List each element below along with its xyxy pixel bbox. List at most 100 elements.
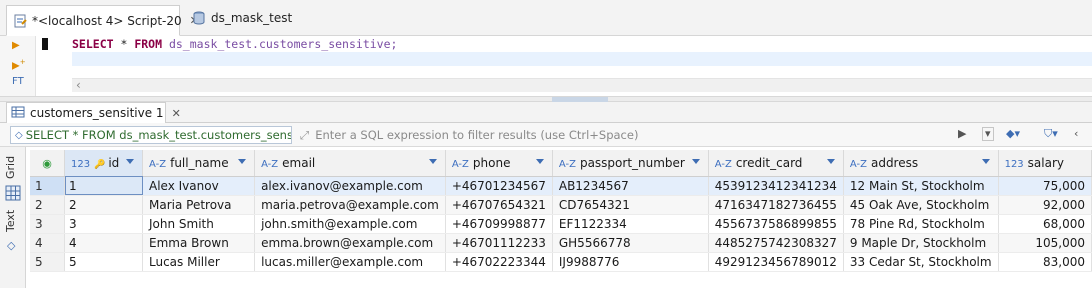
cell-passport-number[interactable]: CD7654321 xyxy=(552,195,709,215)
table-row[interactable]: 1 1 Alex Ivanov alex.ivanov@example.com … xyxy=(30,176,1092,196)
close-icon[interactable]: ✕ xyxy=(172,107,181,120)
active-query-text: SELECT * FROM ds_mask_test.customers_sen… xyxy=(25,128,292,142)
cell-email[interactable]: john.smith@example.com xyxy=(254,214,446,234)
execute-new-tab-icon[interactable]: ▶+ xyxy=(12,58,26,71)
cell-address[interactable]: 45 Oak Ave, Stockholm xyxy=(843,195,999,215)
editor-tab-bar: *<localhost 4> Script-20 ✕ ds_mask_test xyxy=(0,0,1092,36)
filter-funnel-icon[interactable]: ⛉▾ xyxy=(1044,127,1058,141)
erase-filter-icon[interactable]: ◆▾ xyxy=(1006,127,1020,140)
cell-phone[interactable]: +46709998877 xyxy=(445,214,553,234)
row-number[interactable]: 4 xyxy=(30,233,66,253)
select-all-corner[interactable]: ◉ xyxy=(30,150,66,177)
tab-grid-view[interactable]: Grid xyxy=(4,153,22,181)
cell-email[interactable]: alex.ivanov@example.com xyxy=(254,176,446,196)
column-header-id[interactable]: 123 🔑 id xyxy=(64,150,143,177)
cell-address[interactable]: 33 Cedar St, Stockholm xyxy=(843,252,999,272)
cell-phone[interactable]: +46701234567 xyxy=(445,176,553,196)
grid-view-icon[interactable] xyxy=(5,185,21,204)
cell-credit-card[interactable]: 4485275742308327 xyxy=(708,233,844,253)
active-query-field[interactable]: ◇ SELECT * FROM ds_mask_test.customers_s… xyxy=(10,126,292,144)
cell-salary[interactable]: 105,000 xyxy=(998,233,1092,253)
cell-credit-card[interactable]: 4929123456789012 xyxy=(708,252,844,272)
cell-full-name[interactable]: Alex Ivanov xyxy=(142,176,256,196)
filter-history-icon[interactable]: ▾ xyxy=(982,127,994,141)
sort-dropdown-icon[interactable] xyxy=(238,159,247,164)
sort-dropdown-icon[interactable] xyxy=(428,159,437,164)
cell-email[interactable]: maria.petrova@example.com xyxy=(254,195,446,215)
cell-phone[interactable]: +46707654321 xyxy=(445,195,553,215)
numeric-type-icon: 123 xyxy=(71,158,91,170)
column-header-phone[interactable]: A-Z phone xyxy=(445,150,553,177)
more-options-icon[interactable]: ‹ xyxy=(1074,127,1078,140)
column-header-address[interactable]: A-Z address xyxy=(843,150,999,177)
cell-passport-number[interactable]: EF1122334 xyxy=(552,214,709,234)
sort-dropdown-icon[interactable] xyxy=(981,159,990,164)
database-icon xyxy=(192,11,206,25)
row-number[interactable]: 2 xyxy=(30,195,66,215)
cell-address[interactable]: 12 Main St, Stockholm xyxy=(843,176,999,196)
cell-full-name[interactable]: Lucas Miller xyxy=(142,252,256,272)
cell-passport-number[interactable]: GH5566778 xyxy=(552,233,709,253)
column-header-passport-number[interactable]: A-Z passport_number xyxy=(552,150,709,177)
column-header-credit-card[interactable]: A-Z credit_card xyxy=(708,150,844,177)
cell-full-name[interactable]: John Smith xyxy=(142,214,256,234)
column-header-email[interactable]: A-Z email xyxy=(254,150,446,177)
cell-address[interactable]: 9 Maple Dr, Stockholm xyxy=(843,233,999,253)
sql-editor[interactable]: SELECT * FROM ds_mask_test.customers_sen… xyxy=(36,36,1092,96)
cell-full-name[interactable]: Maria Petrova xyxy=(142,195,256,215)
cell-id[interactable]: 3 xyxy=(64,214,143,234)
tab-text-view[interactable]: Text xyxy=(4,207,22,235)
filter-placeholder: Enter a SQL expression to filter results… xyxy=(315,128,639,142)
table-row[interactable]: 3 3 John Smith john.smith@example.com +4… xyxy=(30,214,1092,234)
column-header-salary[interactable]: 123 salary xyxy=(998,150,1092,177)
cell-full-name[interactable]: Emma Brown xyxy=(142,233,256,253)
tab-script-20[interactable]: *<localhost 4> Script-20 ✕ xyxy=(6,5,199,36)
cell-salary[interactable]: 68,000 xyxy=(998,214,1092,234)
cell-salary[interactable]: 92,000 xyxy=(998,195,1092,215)
tab-customers-sensitive[interactable]: customers_sensitive 1 ✕ xyxy=(6,102,181,123)
cell-passport-number[interactable]: AB1234567 xyxy=(552,176,709,196)
sort-dropdown-icon[interactable] xyxy=(535,159,544,164)
column-header-full-name[interactable]: A-Z full_name xyxy=(142,150,256,177)
cell-phone[interactable]: +46702223344 xyxy=(445,252,553,272)
cell-salary[interactable]: 83,000 xyxy=(998,252,1092,272)
cell-passport-number[interactable]: IJ9988776 xyxy=(552,252,709,272)
editor-horizontal-scrollbar[interactable]: ‹ xyxy=(72,78,1092,92)
sort-dropdown-icon[interactable] xyxy=(126,159,134,164)
cell-salary[interactable]: 75,000 xyxy=(998,176,1092,196)
explain-plan-icon[interactable]: FT xyxy=(12,76,24,87)
scroll-left-icon[interactable]: ‹ xyxy=(76,78,81,92)
cell-credit-card[interactable]: 4556737586899855 xyxy=(708,214,844,234)
cell-credit-card[interactable]: 4716347182736455 xyxy=(708,195,844,215)
row-number[interactable]: 3 xyxy=(30,214,66,234)
apply-filter-icon[interactable]: ▶ xyxy=(958,127,966,140)
sql-star: * xyxy=(113,37,135,51)
row-number[interactable]: 5 xyxy=(30,252,66,272)
sort-dropdown-icon[interactable] xyxy=(826,159,835,164)
sort-dropdown-icon[interactable] xyxy=(691,159,700,164)
results-tab-label: customers_sensitive 1 xyxy=(30,106,164,120)
cell-id[interactable]: 2 xyxy=(64,195,143,215)
cell-credit-card[interactable]: 4539123412341234 xyxy=(708,176,844,196)
cell-email[interactable]: emma.brown@example.com xyxy=(254,233,446,253)
row-number[interactable]: 1 xyxy=(30,176,66,196)
editor-line-1: SELECT * FROM ds_mask_test.customers_sen… xyxy=(36,36,1092,52)
tab-ds-mask-test[interactable]: ds_mask_test xyxy=(186,6,298,30)
column-name: phone xyxy=(472,155,511,170)
cell-id[interactable]: 5 xyxy=(64,252,143,272)
table-row[interactable]: 2 2 Maria Petrova maria.petrova@example.… xyxy=(30,195,1092,215)
filter-input[interactable]: ⤢ Enter a SQL expression to filter resul… xyxy=(296,126,950,144)
results-tab-bar: customers_sensitive 1 ✕ xyxy=(0,102,1092,123)
cell-address[interactable]: 78 Pine Rd, Stockholm xyxy=(843,214,999,234)
table-row[interactable]: 4 4 Emma Brown emma.brown@example.com +4… xyxy=(30,233,1092,253)
cell-id[interactable]: 4 xyxy=(64,233,143,253)
primary-key-icon: 🔑 xyxy=(94,159,106,170)
cell-phone[interactable]: +46701112233 xyxy=(445,233,553,253)
cell-id[interactable]: 1 xyxy=(64,176,143,196)
execute-statement-icon[interactable]: ▶ xyxy=(12,40,20,51)
sql-keyword-from: FROM xyxy=(134,37,163,51)
table-grid-icon xyxy=(11,106,25,121)
record-view-icon[interactable]: ◇ xyxy=(7,239,15,252)
table-row[interactable]: 5 5 Lucas Miller lucas.miller@example.co… xyxy=(30,252,1092,272)
cell-email[interactable]: lucas.miller@example.com xyxy=(254,252,446,272)
